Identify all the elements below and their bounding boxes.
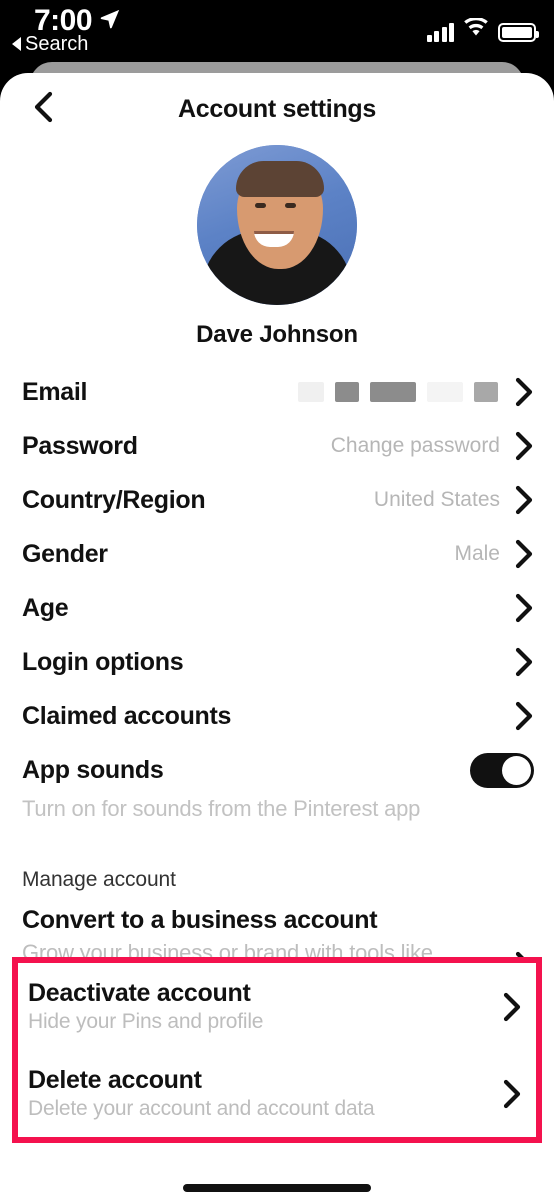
settings-list: Email Password Change password Country/Regi… — [0, 365, 554, 743]
settings-row-value: United States — [373, 488, 500, 511]
chevron-right-icon — [514, 485, 534, 515]
settings-row-label: Login options — [22, 647, 184, 676]
settings-row-login-options[interactable]: Login options — [0, 635, 554, 689]
app-sounds-description: Turn on for sounds from the Pinterest ap… — [22, 796, 421, 821]
wifi-icon — [463, 16, 489, 42]
redaction-block — [370, 382, 416, 402]
avatar[interactable] — [197, 145, 357, 305]
settings-row-label: Country/Region — [22, 485, 206, 514]
settings-row-value: Male — [454, 542, 500, 565]
app-sounds-row[interactable]: App sounds Turn on for sounds from the P… — [0, 743, 554, 822]
danger-text-group: Delete account Delete your account and ac… — [28, 1066, 502, 1121]
page-title: Account settings — [178, 95, 376, 123]
status-indicators — [426, 16, 539, 42]
toggle-knob — [502, 755, 531, 785]
danger-text-group: Deactivate account Hide your Pins and pro… — [28, 979, 502, 1034]
redaction-block — [335, 382, 359, 402]
chevron-right-icon — [514, 377, 534, 407]
redaction-block — [298, 382, 324, 402]
status-time-group: 7:00 — [34, 6, 121, 36]
settings-row-gender[interactable]: Gender Male — [0, 527, 554, 581]
navigation-bar: Account settings — [0, 73, 554, 141]
danger-row-title: Delete account — [28, 1066, 202, 1094]
settings-row-claimed-accounts[interactable]: Claimed accounts — [0, 689, 554, 743]
chevron-right-icon — [502, 992, 522, 1022]
cellular-signal-icon — [426, 23, 454, 42]
danger-row-description: Delete your account and account data — [28, 1097, 375, 1120]
settings-row-label: Claimed accounts — [22, 701, 232, 730]
settings-row-label: Email — [22, 377, 88, 406]
danger-row-title: Deactivate account — [28, 979, 251, 1007]
home-indicator-bar — [183, 1184, 371, 1192]
status-time: 7:00 — [34, 4, 93, 37]
chevron-right-icon — [514, 593, 534, 623]
settings-row-email[interactable]: Email — [0, 365, 554, 419]
danger-row-delete-account[interactable]: Delete account Delete your account and ac… — [18, 1050, 536, 1137]
status-bar: 7:00 Search — [0, 0, 554, 62]
convert-title: Convert to a business account — [22, 906, 378, 934]
toggle-switch-on-icon[interactable] — [470, 752, 534, 788]
settings-sheet: Account settings Dave Johnson Email Passw… — [0, 73, 554, 1200]
chevron-right-icon — [514, 539, 534, 569]
settings-row-password[interactable]: Password Change password — [0, 419, 554, 473]
danger-row-description: Hide your Pins and profile — [28, 1010, 264, 1033]
avatar-hair — [236, 161, 325, 197]
danger-row-deactivate-account[interactable]: Deactivate account Hide your Pins and pro… — [18, 963, 536, 1050]
redacted-email-value — [298, 382, 498, 402]
avatar-eye-left — [255, 203, 266, 208]
settings-row-country-region[interactable]: Country/Region United States — [0, 473, 554, 527]
triangle-left-icon — [12, 37, 21, 51]
status-back-label: Search — [25, 33, 89, 55]
status-back-to-search[interactable]: Search — [12, 34, 88, 54]
settings-row-label: Age — [22, 593, 69, 622]
app-sounds-head: App sounds — [22, 745, 534, 795]
chevron-right-icon — [502, 1079, 522, 1109]
chevron-right-icon — [514, 431, 534, 461]
app-sounds-label: App sounds — [22, 755, 164, 784]
location-arrow-icon — [99, 8, 121, 35]
manage-account-section-header: Manage account — [22, 868, 176, 891]
settings-row-value: Change password — [330, 434, 500, 457]
avatar-eye-right — [285, 203, 296, 208]
settings-row-label: Gender — [22, 539, 108, 568]
redaction-block — [427, 382, 463, 402]
profile-name: Dave Johnson — [196, 321, 358, 348]
chevron-right-icon — [514, 647, 534, 677]
danger-zone-highlight: Deactivate account Hide your Pins and pro… — [12, 957, 542, 1143]
settings-row-label: Password — [22, 431, 138, 460]
profile-header: Dave Johnson — [0, 145, 554, 349]
chevron-right-icon — [514, 701, 534, 731]
redaction-block — [474, 382, 498, 402]
battery-full-icon — [498, 23, 539, 42]
settings-row-age[interactable]: Age — [0, 581, 554, 635]
phone-screen: 7:00 Search Account settings Dave Johnso… — [0, 0, 554, 1200]
